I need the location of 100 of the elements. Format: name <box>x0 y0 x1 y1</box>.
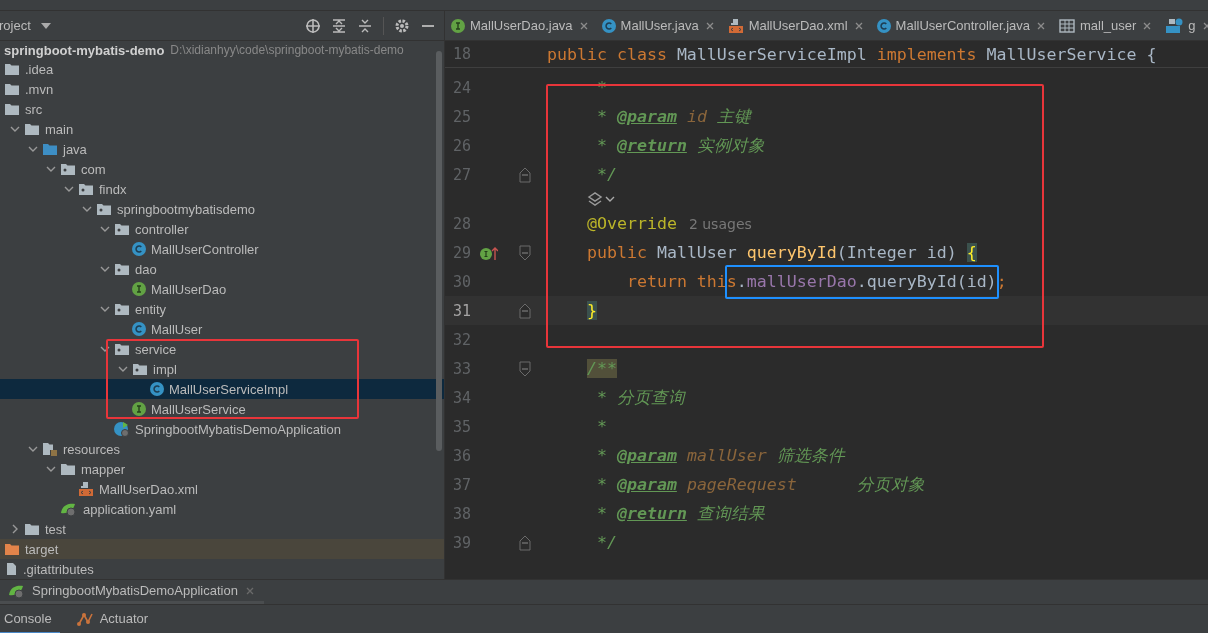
folder-icon <box>4 102 20 116</box>
editor-tab[interactable]: MallUser.java <box>595 11 722 40</box>
line-number: 34 <box>451 388 471 407</box>
code-line: * <box>595 417 607 436</box>
code-line: * @param id 主键 <box>595 105 751 128</box>
tree-item[interactable]: java <box>42 141 87 157</box>
code-line: @Override 2 usages <box>585 214 752 233</box>
package-icon <box>114 262 130 276</box>
code-line: public class MallUserServiceImpl implements MallUserService { <box>547 44 1157 64</box>
fold-icon[interactable] <box>519 244 531 261</box>
resources-folder-icon <box>42 442 58 456</box>
fold-icon[interactable] <box>519 302 531 319</box>
fold-icon[interactable] <box>519 166 531 183</box>
line-number: 27 <box>451 165 471 184</box>
locate-icon[interactable] <box>305 17 321 34</box>
project-root[interactable]: springboot-mybatis-demo D:\xidianhyy\code\springboot-mybatis-demo <box>0 41 444 59</box>
tree-item[interactable]: findx <box>78 181 127 197</box>
tree-item[interactable]: MallUserController <box>132 241 259 257</box>
editor-tab[interactable]: mall_user <box>1053 11 1160 40</box>
tree-item[interactable]: com <box>60 161 106 177</box>
fold-icon[interactable] <box>519 534 531 551</box>
folder-icon <box>42 142 58 156</box>
folder-icon <box>4 62 20 76</box>
tree-item[interactable]: entity <box>114 301 167 317</box>
xml-file-icon <box>78 481 94 497</box>
line-number: 39 <box>451 533 471 552</box>
expand-all-icon[interactable] <box>331 17 347 34</box>
tree-item[interactable]: springbootmybatisdemo <box>96 201 256 217</box>
tree-item[interactable]: SpringbootMybatisDemoApplication <box>114 421 341 437</box>
implements-icon[interactable] <box>480 244 498 261</box>
class-icon <box>601 18 616 33</box>
line-number: 37 <box>451 475 471 494</box>
tree-item[interactable]: mapper <box>60 461 126 477</box>
tree-item[interactable]: src <box>4 101 43 117</box>
package-icon <box>132 362 148 376</box>
line-number: 29 <box>451 243 471 262</box>
folder-icon <box>24 122 40 136</box>
class-icon <box>132 322 146 336</box>
tree-item[interactable]: MallUserService <box>132 401 246 417</box>
line-number: 35 <box>451 417 471 436</box>
interface-icon <box>451 18 465 33</box>
package-icon <box>114 342 130 356</box>
code-line: * @param mallUser 筛选条件 <box>595 444 845 467</box>
class-icon <box>876 18 891 33</box>
tool-tab[interactable]: Actuator <box>71 605 157 633</box>
file-icon <box>4 562 18 576</box>
api-file-icon <box>1165 17 1184 34</box>
code-line: * 分页查询 <box>595 386 685 409</box>
hint-icon[interactable] <box>587 191 603 207</box>
tree-item[interactable]: application.yaml <box>60 501 177 517</box>
line-number: 32 <box>451 330 471 349</box>
tree-item[interactable]: MallUserDao.xml <box>78 481 198 497</box>
collapse-all-icon[interactable] <box>357 17 373 34</box>
chevron-icon[interactable] <box>605 195 615 203</box>
package-icon <box>114 222 130 236</box>
package-icon <box>78 182 94 196</box>
line-number: 18 <box>451 45 471 63</box>
tree-item[interactable]: main <box>24 121 74 137</box>
settings-icon[interactable] <box>394 17 410 34</box>
line-number: 38 <box>451 504 471 523</box>
tree-item[interactable]: MallUserDao <box>132 281 227 297</box>
line-number: 36 <box>451 446 471 465</box>
tree-item[interactable]: dao <box>114 261 157 277</box>
scrollbar[interactable] <box>436 51 442 451</box>
tree-item[interactable]: .gitattributes <box>4 561 94 577</box>
code-line: * @param pageRequest 分页对象 <box>595 473 925 496</box>
tree-item[interactable]: target <box>4 541 59 557</box>
line-number: 25 <box>451 107 471 126</box>
package-icon <box>96 202 112 216</box>
interface-icon <box>132 282 146 296</box>
line-number: 31 <box>451 301 471 320</box>
fold-icon[interactable] <box>519 360 531 377</box>
tree-item[interactable]: MallUser <box>132 321 203 337</box>
dropdown-caret-icon[interactable] <box>40 22 51 29</box>
spring-leaf-icon <box>60 501 78 517</box>
tree-item[interactable]: impl <box>132 361 177 377</box>
tree-item[interactable]: service <box>114 341 177 357</box>
package-icon <box>60 162 76 176</box>
table-icon <box>1059 18 1075 33</box>
tree-item[interactable]: .idea <box>4 61 54 77</box>
folder-icon <box>60 462 76 476</box>
line-number: 28 <box>451 214 471 233</box>
editor-tab[interactable]: MallUserDao.xml <box>721 11 871 40</box>
panel-title[interactable]: roject <box>0 18 31 33</box>
tool-tab[interactable]: Console <box>0 605 60 633</box>
tree-item[interactable]: test <box>24 521 66 537</box>
run-tab[interactable]: SpringbootMybatisDemoApplication <box>0 580 264 604</box>
tree-item[interactable]: controller <box>114 221 189 237</box>
editor-tab[interactable]: g <box>1159 11 1208 40</box>
line-number: 30 <box>451 272 471 291</box>
interface-icon <box>132 402 146 416</box>
editor-tab[interactable]: MallUserDao.java <box>445 11 596 40</box>
tree-item[interactable]: .mvn <box>4 81 54 97</box>
tree-item[interactable]: resources <box>42 441 121 457</box>
spring-class-icon <box>114 421 130 437</box>
editor-tab[interactable]: MallUserController.java <box>870 11 1053 40</box>
class-icon <box>150 382 164 396</box>
code-line: * @return 查询结果 <box>595 502 765 525</box>
code-line: * @return 实例对象 <box>595 134 765 157</box>
actuator-icon <box>75 610 94 627</box>
